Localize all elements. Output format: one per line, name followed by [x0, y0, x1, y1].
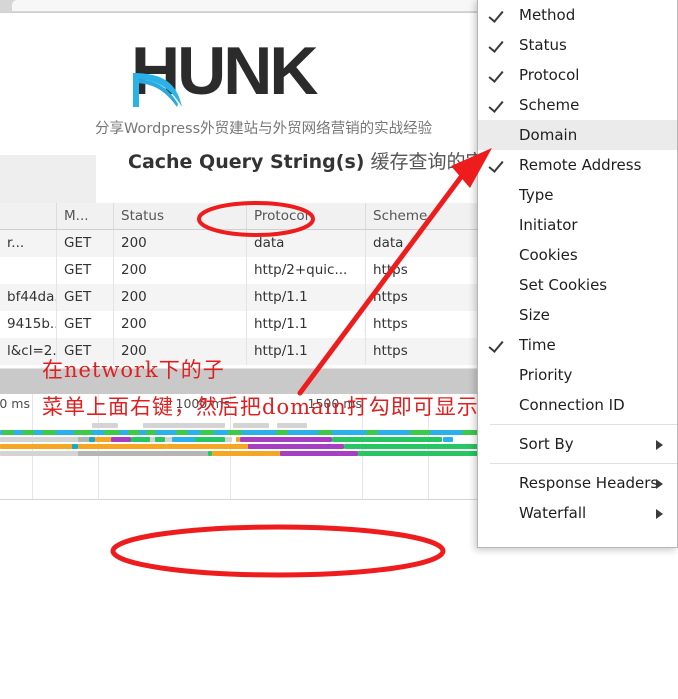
- page-heading-cn: 缓存查询的字: [370, 151, 485, 173]
- menu-item-waterfall[interactable]: Waterfall: [478, 498, 677, 528]
- cell-protocol: data: [247, 230, 366, 257]
- menu-item-label: Type: [519, 186, 554, 204]
- cell-name: l&cl=2...: [0, 338, 57, 365]
- page-left-band: [0, 155, 96, 203]
- check-icon: [488, 337, 504, 353]
- check-icon: [488, 7, 504, 23]
- menu-item-size[interactable]: Size: [478, 300, 677, 330]
- column-header-protocol[interactable]: Protocol: [247, 203, 366, 229]
- overview-tick-1500: 1500 ms: [307, 396, 362, 411]
- cell-status: 200: [114, 338, 247, 365]
- cell-method: GET: [57, 311, 114, 338]
- cell-protocol: http/1.1: [247, 338, 366, 365]
- menu-item-label: Method: [519, 6, 576, 24]
- cell-method: GET: [57, 230, 114, 257]
- menu-item-label: Sort By: [519, 435, 574, 453]
- menu-item-method[interactable]: Method: [478, 0, 677, 30]
- menu-item-label: Status: [519, 36, 567, 54]
- cell-protocol: http/1.1: [247, 311, 366, 338]
- menu-item-sort-by[interactable]: Sort By: [478, 429, 677, 459]
- overview-tick-1000: 1000 ms: [175, 396, 230, 411]
- menu-item-label: Initiator: [519, 216, 578, 234]
- menu-item-response-headers[interactable]: Response Headers: [478, 468, 677, 498]
- menu-item-domain[interactable]: Domain: [478, 120, 677, 150]
- check-icon: [488, 67, 504, 83]
- menu-item-label: Size: [519, 306, 550, 324]
- submenu-arrow-icon: [656, 440, 663, 450]
- menu-item-label: Response Headers: [519, 474, 659, 492]
- check-icon: [488, 157, 504, 173]
- menu-item-remote-address[interactable]: Remote Address: [478, 150, 677, 180]
- logo-swoosh-icon: [133, 71, 183, 109]
- cell-status: 200: [114, 284, 247, 311]
- check-icon: [488, 97, 504, 113]
- cell-name: 9415b...: [0, 311, 57, 338]
- check-icon: [488, 37, 504, 53]
- menu-item-scheme[interactable]: Scheme: [478, 90, 677, 120]
- cell-method: GET: [57, 257, 114, 284]
- menu-item-connection-id[interactable]: Connection ID: [478, 390, 677, 420]
- menu-item-status[interactable]: Status: [478, 30, 677, 60]
- menu-item-label: Priority: [519, 366, 573, 384]
- menu-item-label: Scheme: [519, 96, 580, 114]
- menu-item-label: Remote Address: [519, 156, 642, 174]
- submenu-arrow-icon: [656, 509, 663, 519]
- menu-item-time[interactable]: Time: [478, 330, 677, 360]
- cell-name: [0, 257, 57, 284]
- menu-item-set-cookies[interactable]: Set Cookies: [478, 270, 677, 300]
- column-header-method[interactable]: M...: [57, 203, 114, 229]
- menu-item-label: Set Cookies: [519, 276, 608, 294]
- menu-divider: [490, 463, 677, 464]
- page-heading-en: Cache Query String(s): [128, 151, 365, 173]
- overview-tick-0: 0 ms: [0, 396, 30, 411]
- submenu-arrow-icon: [656, 479, 663, 489]
- cell-method: GET: [57, 284, 114, 311]
- menu-item-label: Domain: [519, 126, 578, 144]
- menu-divider: [490, 424, 677, 425]
- site-logo: HUNK: [131, 35, 381, 110]
- column-header-status[interactable]: Status: [114, 203, 247, 229]
- menu-item-priority[interactable]: Priority: [478, 360, 677, 390]
- menu-item-type[interactable]: Type: [478, 180, 677, 210]
- cell-method: GET: [57, 338, 114, 365]
- menu-item-protocol[interactable]: Protocol: [478, 60, 677, 90]
- menu-item-initiator[interactable]: Initiator: [478, 210, 677, 240]
- menu-item-cookies[interactable]: Cookies: [478, 240, 677, 270]
- site-tagline: 分享Wordpress外贸建站与外贸网络营销的实战经验: [95, 121, 433, 137]
- cell-name: r...: [0, 230, 57, 257]
- cell-status: 200: [114, 311, 247, 338]
- cell-protocol: http/2+quic...: [247, 257, 366, 284]
- column-header-name[interactable]: [0, 203, 57, 229]
- menu-item-label: Cookies: [519, 246, 578, 264]
- page-heading: Cache Query String(s) 缓存查询的字: [128, 147, 485, 174]
- column-context-menu[interactable]: Method Status Protocol Scheme Domain Rem…: [477, 0, 678, 548]
- cell-status: 200: [114, 257, 247, 284]
- cell-protocol: http/1.1: [247, 284, 366, 311]
- menu-item-label: Waterfall: [519, 504, 587, 522]
- menu-item-label: Time: [519, 336, 556, 354]
- menu-item-label: Protocol: [519, 66, 580, 84]
- menu-item-label: Connection ID: [519, 396, 625, 414]
- cell-name: bf44da...: [0, 284, 57, 311]
- cell-status: 200: [114, 230, 247, 257]
